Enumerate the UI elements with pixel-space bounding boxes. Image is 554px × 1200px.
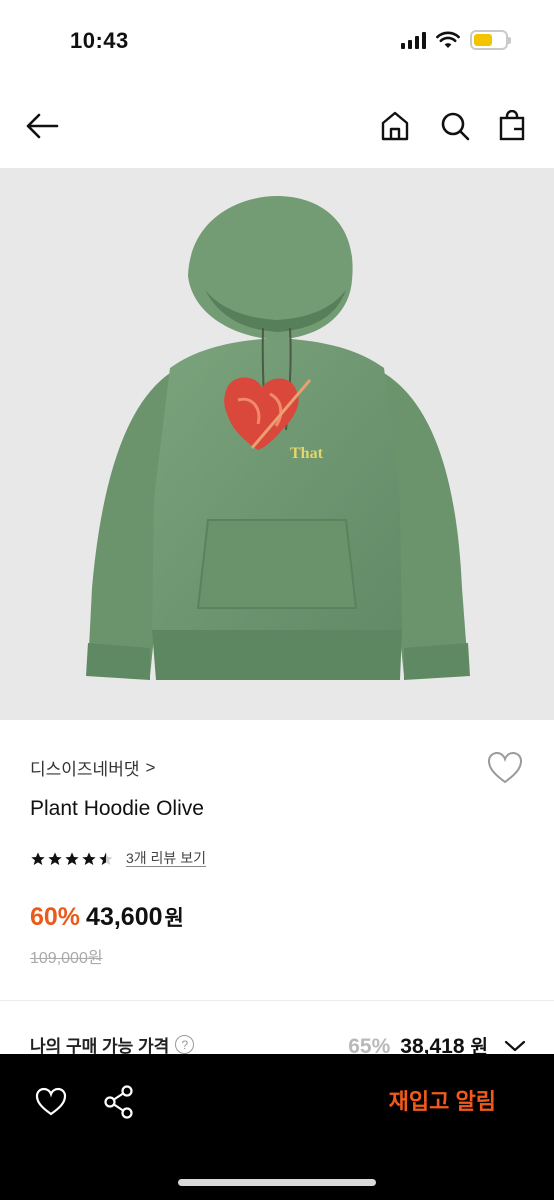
product-name: Plant Hoodie Olive [30,797,204,820]
status-icons [401,30,511,50]
price-unit: 원 [164,907,184,930]
original-price: 109,000원 [30,950,103,967]
star-icon [65,851,79,865]
home-button[interactable] [375,106,415,146]
home-icon [381,111,409,141]
chevron-down-icon [504,1040,526,1051]
status-time: 10:43 [70,28,129,53]
price-row: 60% 43,600 원 [30,902,184,932]
heart-outline-icon [35,1087,67,1116]
status-bar: 10:43 [0,0,554,80]
star-rating [30,851,114,867]
home-indicator[interactable] [178,1179,376,1186]
brand-name: 디스이즈네버댓 [30,760,140,779]
signal-icon [401,31,426,49]
star-icon [82,851,96,865]
battery-icon [470,30,511,50]
bottom-like-button[interactable] [34,1086,68,1118]
wifi-icon [436,31,460,48]
heart-outline-icon [487,751,523,784]
star-icon [48,851,62,865]
discount-rate: 60% [30,903,81,931]
print-text: That [290,445,324,462]
search-button[interactable] [435,106,475,146]
like-button[interactable] [486,750,524,786]
product-image[interactable]: That [0,168,554,720]
rating-row: 3개 리뷰 보기 [30,850,206,867]
star-icon [31,851,45,865]
restock-alert-button[interactable]: 재입고 알림 [389,1084,496,1116]
share-button[interactable] [102,1084,136,1120]
share-icon [104,1085,133,1119]
divider [0,1000,554,1001]
arrow-left-icon [26,113,59,139]
back-button[interactable] [22,106,62,146]
hoodie-illustration: That [86,196,470,680]
half-star-icon [99,851,113,865]
review-link[interactable]: 3개 리뷰 보기 [126,850,206,867]
search-icon [441,112,470,141]
bottom-action-bar: 재입고 알림 [0,1054,554,1200]
cart-button[interactable] [492,106,532,146]
shopping-bag-icon [499,110,525,141]
sale-price: 43,600 [86,903,163,931]
brand-link[interactable]: 디스이즈네버댓 > [30,755,155,780]
nav-bar [0,88,554,164]
chevron-right-icon: > [145,757,156,777]
help-icon[interactable]: ? [175,1035,195,1054]
